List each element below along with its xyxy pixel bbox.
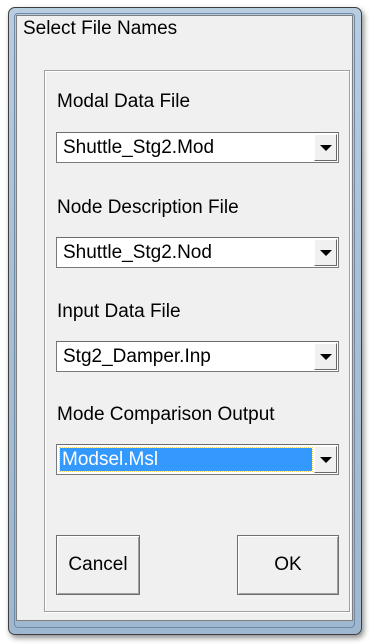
chevron-down-icon[interactable] [314,134,337,161]
input-data-file-combo[interactable]: Stg2_Damper.Inp [56,341,339,372]
input-data-file-label: Input Data File [57,301,181,322]
node-description-file-label: Node Description File [57,197,239,218]
modal-data-file-combo[interactable]: Shuttle_Stg2.Mod [56,132,339,163]
cancel-button[interactable]: Cancel [56,535,140,595]
node-description-file-combo[interactable]: Shuttle_Stg2.Nod [56,237,339,268]
input-data-file-value: Stg2_Damper.Inp [63,346,211,367]
mode-comparison-output-combo[interactable]: Modsel.Msl [56,444,339,475]
chevron-down-icon[interactable] [314,239,337,266]
ok-button[interactable]: OK [237,535,339,595]
modal-data-file-label: Modal Data File [57,91,191,112]
chevron-down-icon[interactable] [314,343,337,370]
modal-data-file-value: Shuttle_Stg2.Mod [63,137,215,158]
mode-comparison-output-value: Modsel.Msl [59,447,313,472]
dialog-title: Select File Names [23,18,178,39]
mode-comparison-output-label: Mode Comparison Output [57,404,275,425]
chevron-down-icon[interactable] [314,446,337,473]
node-description-file-value: Shuttle_Stg2.Nod [63,242,212,263]
